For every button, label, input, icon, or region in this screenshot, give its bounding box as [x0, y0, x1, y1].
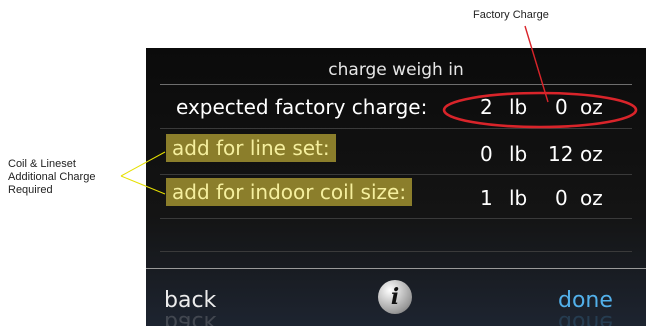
indoor-coil-lb-unit: lb [509, 186, 528, 210]
line-set-oz-value[interactable]: 12 [548, 142, 573, 166]
add-for-indoor-coil-label: add for indoor coil size: [166, 178, 413, 206]
coil-lineset-label: Coil & Lineset Additional Charge Require… [8, 158, 128, 197]
factory-charge-label: Factory Charge [473, 9, 549, 21]
coil-lineset-label-line-3: Required [8, 184, 53, 196]
footer-divider [146, 268, 646, 269]
row-divider [160, 174, 632, 175]
indoor-coil-oz-value[interactable]: 0 [555, 186, 568, 210]
expected-factory-charge-label: expected factory charge: [176, 95, 428, 119]
row-divider [160, 128, 632, 129]
indoor-coil-highlight: add for indoor coil size: [166, 178, 413, 206]
line-set-lb-unit: lb [509, 142, 528, 166]
line-set-highlight: add for line set: [166, 134, 336, 162]
factory-lb-value[interactable]: 2 [480, 95, 493, 119]
add-for-line-set-label: add for line set: [166, 134, 336, 162]
coil-lineset-label-line-1: Coil & Lineset [8, 158, 76, 170]
line-set-lb-value[interactable]: 0 [480, 142, 493, 166]
row-divider [160, 251, 632, 252]
thermostat-screen: charge weigh in expected factory charge:… [146, 48, 646, 326]
line-set-oz-unit: oz [580, 142, 603, 166]
indoor-coil-oz-unit: oz [580, 186, 603, 210]
coil-lineset-label-line-2: Additional Charge [8, 171, 96, 183]
factory-oz-unit: oz [580, 95, 603, 119]
row-divider [160, 218, 632, 219]
info-icon[interactable]: i [378, 280, 412, 314]
title-divider [160, 84, 632, 85]
screen-title: charge weigh in [328, 60, 464, 80]
factory-lb-unit: lb [509, 95, 528, 119]
factory-oz-value[interactable]: 0 [555, 95, 568, 119]
indoor-coil-lb-value[interactable]: 1 [480, 186, 493, 210]
back-button-reflection: back [164, 310, 217, 326]
done-button-reflection: done [558, 310, 613, 326]
